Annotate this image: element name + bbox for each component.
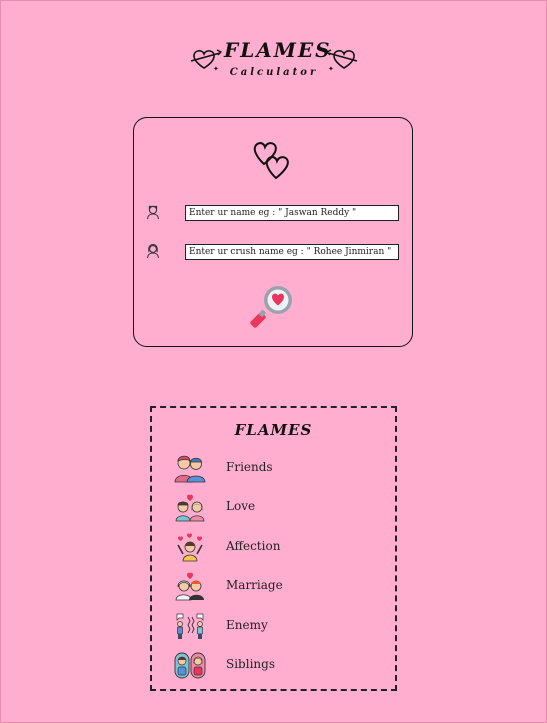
woman-user-icon [146,243,160,263]
legend-label: Marriage [226,578,283,592]
app-header: ✦ FLAMES Calculator ✦ [0,36,547,86]
crush-name-input[interactable] [185,244,399,260]
siblings-icon [174,650,206,680]
affection-icon [174,532,206,562]
legend-label: Enemy [226,618,268,632]
your-name-input[interactable] [185,205,399,221]
legend-item-marriage: Marriage [174,571,374,601]
calculate-button[interactable] [250,282,298,330]
legend-label: Love [226,499,256,513]
legend-label: Affection [226,539,281,553]
app-title: FLAMES [224,38,332,62]
friends-icon [174,453,206,483]
app-subtitle: Calculator [229,67,319,78]
legend-title: FLAMES [234,421,313,439]
magnifier-heart-icon [250,286,298,333]
enemy-icon [174,611,206,641]
legend-item-enemy: Enemy [174,611,374,641]
man-user-icon [146,204,160,224]
legend-item-siblings: Siblings [174,650,374,680]
legend-item-affection: Affection [174,532,374,562]
two-hearts-icon [250,138,296,188]
legend-label: Siblings [226,657,275,671]
love-couple-icon [174,492,206,522]
heart-arrow-icon: ✦ [325,44,358,76]
legend-item-love: Love [174,492,374,522]
flames-legend: FLAMES Friends Love Affection Marriage E… [150,406,397,691]
legend-label: Friends [226,460,273,474]
svg-text:✦: ✦ [328,65,334,72]
legend-item-friends: Friends [174,453,374,483]
marriage-icon [174,571,206,601]
heart-arrow-icon: ✦ [190,44,223,76]
svg-text:✦: ✦ [213,65,219,72]
input-card [133,117,413,347]
